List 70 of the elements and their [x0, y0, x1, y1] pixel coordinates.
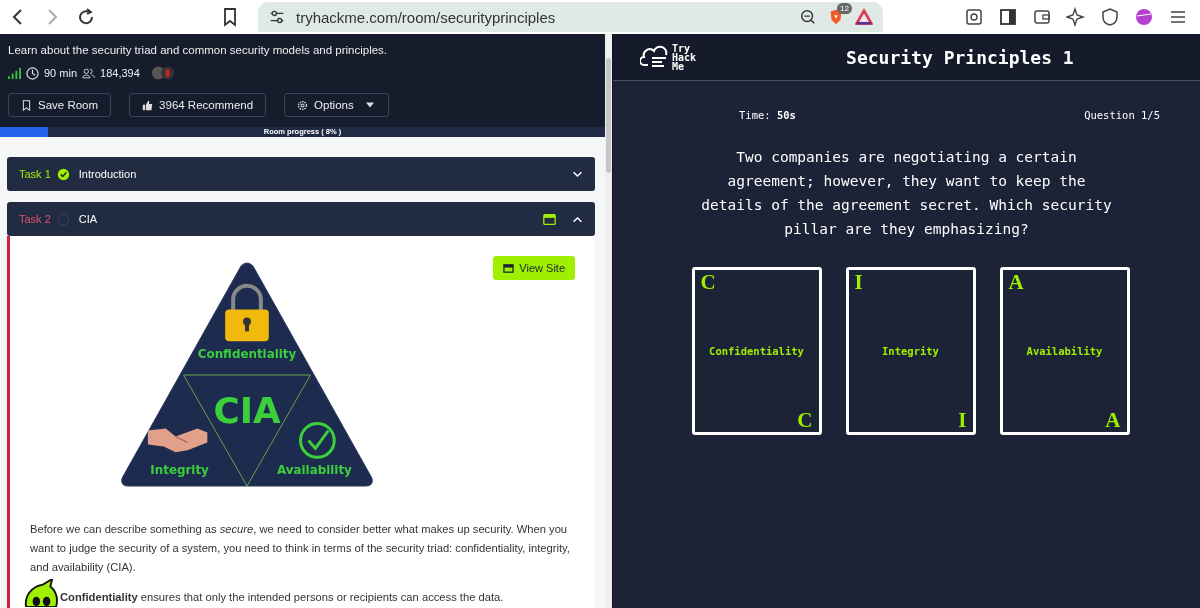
question-text: Two companies are negotiating a certain agreement; however, they want to keep the details of the agreement secret. Which security pillar are they emphasizing?: [700, 148, 1113, 239]
avatar-group-icon: [150, 65, 175, 81]
card-title: Integrity: [881, 344, 940, 359]
logo-text: Me: [672, 61, 685, 71]
answer-card[interactable]: C Confidentiality C: [691, 267, 822, 435]
search-tab-icon[interactable]: [964, 7, 984, 27]
duration-text: 90 min: [44, 67, 78, 79]
signal-bars-icon: [8, 66, 21, 80]
padlock-icon: [225, 283, 269, 342]
timer-text: Time: 50s: [739, 109, 796, 121]
task-number: Task 1: [19, 168, 51, 180]
confidentiality-label: Confidentiality: [197, 347, 297, 362]
address-bar[interactable]: tryhackme.com/room/securityprinciples 12: [258, 2, 883, 32]
logo-text: Try: [672, 43, 691, 53]
task-number: Task 2: [19, 213, 51, 225]
task-title: Introduction: [78, 168, 137, 180]
zoom-out-icon[interactable]: [799, 8, 817, 26]
card-letter: A: [1008, 270, 1025, 294]
clock-icon: [26, 66, 39, 80]
browser-window-icon: [503, 262, 515, 274]
save-room-button[interactable]: Save Room: [8, 93, 112, 117]
sidebar-icon[interactable]: [998, 7, 1018, 27]
task-header[interactable]: Task 1 Introduction: [7, 157, 595, 191]
task-header[interactable]: Task 2 CIA: [7, 202, 595, 236]
users-icon: [82, 66, 96, 80]
triangle-logo-icon[interactable]: [855, 8, 873, 26]
site-settings-icon[interactable]: [268, 8, 286, 26]
answer-card[interactable]: A Availability A: [999, 267, 1130, 435]
card-letter: C: [797, 408, 813, 432]
quiz-title: Security Principles 1: [846, 46, 1074, 68]
scrollbar[interactable]: [605, 34, 612, 608]
check-circle-icon: [299, 422, 336, 459]
cloud-logo-icon: [640, 45, 670, 69]
cia-label: CIA: [213, 389, 281, 431]
task-title: CIA: [78, 213, 98, 225]
definition-text: Confidentiality ensures that only the intended persons or recipients can access the data.: [60, 591, 504, 603]
reload-icon[interactable]: [76, 7, 96, 27]
caret-icon: [365, 102, 374, 108]
recommend-button[interactable]: 3964 Recommend: [129, 93, 267, 117]
users-count: 184,394: [100, 67, 140, 79]
question-counter: Question 1/5: [1084, 109, 1160, 121]
view-site-button[interactable]: View Site: [493, 256, 575, 280]
mascot-icon: [22, 579, 60, 607]
answer-card[interactable]: I Integrity I: [845, 267, 976, 435]
browser-window-icon[interactable]: [543, 212, 556, 226]
bookmark-icon: [21, 99, 32, 111]
integrity-label: Integrity: [150, 463, 209, 478]
card-letter: I: [854, 270, 864, 294]
card-letter: A: [1105, 408, 1121, 432]
handshake-icon: [147, 428, 208, 453]
room-description: Learn about the security triad and common security models and principles.: [8, 44, 389, 56]
chevron-down-icon: [572, 169, 583, 179]
card-title: Availability: [1025, 344, 1104, 359]
profile-icon[interactable]: [1134, 7, 1154, 27]
card-letter: C: [700, 270, 717, 294]
scrollbar-thumb[interactable]: [606, 58, 611, 173]
url-text: tryhackme.com/room/securityprinciples: [296, 8, 557, 26]
vpn-shield-icon[interactable]: [1100, 7, 1120, 27]
thumbs-up-icon: [142, 99, 154, 111]
paragraph: Before we can describe something as secure, we need to consider better what makes up security. When you want to judge the security of a system, you need to think in terms of the security triad: confidentiality, integrity, and availability (CIA).: [30, 522, 571, 575]
card-letter: I: [958, 408, 967, 432]
options-button[interactable]: Options: [284, 93, 389, 117]
availability-label: Availability: [277, 463, 352, 478]
card-title: Confidentiality: [708, 344, 805, 359]
chevron-up-icon: [572, 214, 583, 224]
shields-count-badge: 12: [837, 3, 852, 14]
settings-icon: [297, 99, 309, 111]
wallet-icon[interactable]: [1032, 7, 1052, 27]
logo-text: Hack: [672, 52, 697, 62]
sparkle-icon[interactable]: [1066, 7, 1086, 27]
